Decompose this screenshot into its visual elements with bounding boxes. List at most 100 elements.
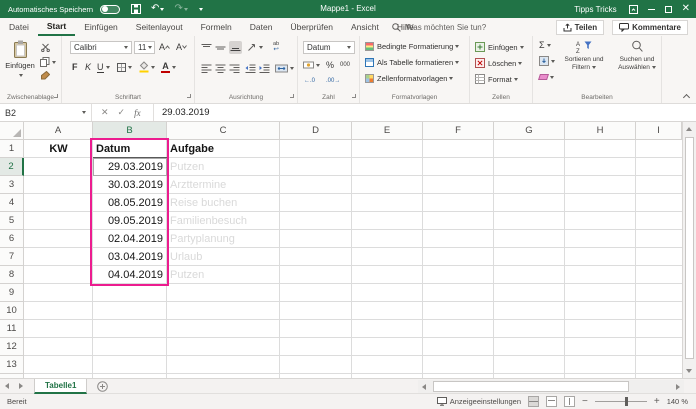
normal-view-button[interactable]: [528, 396, 540, 407]
close-button[interactable]: ✕: [678, 0, 694, 18]
insert-cells-button[interactable]: Einfügen: [475, 42, 524, 52]
increase-font-button[interactable]: A: [159, 42, 170, 52]
tab-formeln[interactable]: Formeln: [192, 18, 241, 36]
tab-ueberpruefen[interactable]: Überprüfen: [281, 18, 342, 36]
cell-c2[interactable]: Putzen: [167, 158, 280, 176]
zoom-out-button[interactable]: −: [582, 396, 588, 407]
number-format-combo[interactable]: Datum: [303, 41, 355, 54]
cancel-icon[interactable]: ✕: [101, 107, 109, 118]
undo-button[interactable]: ↶: [147, 0, 168, 18]
column-header-h[interactable]: H: [565, 122, 636, 140]
align-center-button[interactable]: [215, 64, 226, 73]
minimize-button[interactable]: [644, 0, 659, 18]
comments-button[interactable]: Kommentare: [612, 19, 688, 35]
comma-style-button[interactable]: 000: [340, 62, 350, 68]
paste-button[interactable]: Einfügen: [4, 40, 36, 80]
row-header-12[interactable]: 12: [0, 338, 24, 356]
tell-me-search[interactable]: Was möchten Sie tun?: [392, 18, 486, 36]
cell-b6[interactable]: 02.04.2019: [93, 230, 167, 248]
column-header-f[interactable]: F: [423, 122, 494, 140]
decrease-decimal-button[interactable]: .00→: [326, 78, 340, 84]
underline-button[interactable]: U: [97, 62, 110, 73]
align-left-button[interactable]: [201, 64, 212, 73]
ribbon-display-options-button[interactable]: [625, 0, 642, 18]
row-header-10[interactable]: 10: [0, 302, 24, 320]
new-sheet-button[interactable]: [97, 380, 109, 392]
zoom-slider[interactable]: [594, 397, 647, 406]
fill-color-button[interactable]: [139, 61, 155, 73]
align-bottom-button[interactable]: [229, 41, 242, 54]
scroll-up-icon[interactable]: [686, 127, 692, 131]
clipboard-dialog-launcher[interactable]: [54, 94, 58, 98]
row-header-11[interactable]: 11: [0, 320, 24, 338]
horizontal-scrollbar[interactable]: [418, 380, 684, 393]
alignment-dialog-launcher[interactable]: [290, 94, 294, 98]
row-header-3[interactable]: 3: [0, 176, 24, 194]
cell-c4[interactable]: Reise buchen: [167, 194, 280, 212]
column-header-e[interactable]: E: [352, 122, 423, 140]
row-header-1[interactable]: 1: [0, 140, 24, 158]
cell-b4[interactable]: 08.05.2019: [93, 194, 167, 212]
select-all-button[interactable]: [0, 122, 24, 140]
vertical-scrollbar-thumb[interactable]: [685, 137, 694, 359]
row-header-13[interactable]: 13: [0, 356, 24, 374]
sheet-nav-left-icon[interactable]: [0, 383, 14, 389]
tab-einfuegen[interactable]: Einfügen: [75, 18, 127, 36]
cell-c6[interactable]: Partyplanung: [167, 230, 280, 248]
row-header-5[interactable]: 5: [0, 212, 24, 230]
cell-c5[interactable]: Familienbesuch: [167, 212, 280, 230]
cell-b5[interactable]: 09.05.2019: [93, 212, 167, 230]
font-name-combo[interactable]: Calibri: [70, 41, 132, 54]
percent-style-button[interactable]: %: [326, 60, 334, 70]
cell-b8[interactable]: 04.04.2019: [93, 266, 167, 284]
cell-c8[interactable]: Putzen: [167, 266, 280, 284]
enter-check-icon[interactable]: ✓: [118, 107, 126, 118]
merge-center-button[interactable]: [275, 64, 294, 73]
tab-seitenlayout[interactable]: Seitenlayout: [127, 18, 192, 36]
cell-c1[interactable]: Aufgabe: [167, 140, 280, 158]
tab-start[interactable]: Start: [37, 18, 76, 36]
fill-button[interactable]: [539, 56, 555, 66]
restore-button[interactable]: [661, 0, 676, 18]
cell-b3[interactable]: 30.03.2019: [93, 176, 167, 194]
scroll-down-icon[interactable]: [686, 369, 692, 373]
zoom-in-button[interactable]: +: [654, 396, 660, 407]
tab-ansicht[interactable]: Ansicht: [342, 18, 388, 36]
conditional-formatting-button[interactable]: Bedingte Formatierung: [365, 42, 460, 51]
bold-button[interactable]: F: [72, 62, 78, 72]
page-break-view-button[interactable]: [564, 396, 576, 407]
copy-button[interactable]: [40, 57, 56, 67]
align-middle-button[interactable]: [215, 43, 226, 52]
format-as-table-button[interactable]: Als Tabelle formatieren: [365, 58, 460, 67]
collapse-ribbon-button[interactable]: [682, 92, 691, 102]
tab-daten[interactable]: Daten: [241, 18, 282, 36]
cut-button[interactable]: [41, 43, 50, 52]
page-layout-view-button[interactable]: [546, 396, 558, 407]
decrease-indent-button[interactable]: [245, 64, 256, 73]
row-header-4[interactable]: 4: [0, 194, 24, 212]
align-top-button[interactable]: [201, 43, 212, 52]
sort-filter-button[interactable]: AZ Sortieren und Filtern: [555, 40, 613, 72]
accounting-format-button[interactable]: [303, 61, 320, 69]
find-select-button[interactable]: Suchen und Auswählen: [615, 40, 659, 72]
horizontal-scrollbar-thumb[interactable]: [433, 381, 629, 392]
number-dialog-launcher[interactable]: [352, 94, 356, 98]
column-header-b[interactable]: B: [93, 122, 167, 140]
cell-c3[interactable]: Arzttermine: [167, 176, 280, 194]
cell-styles-button[interactable]: Zellenformatvorlagen: [365, 74, 454, 83]
wrap-text-button[interactable]: ab ↩: [273, 41, 279, 53]
hscroll-left-icon[interactable]: [422, 383, 426, 390]
column-header-g[interactable]: G: [494, 122, 565, 140]
column-header-a[interactable]: A: [24, 122, 93, 140]
clear-button[interactable]: [538, 74, 554, 80]
sheet-tab-tabelle1[interactable]: Tabelle1: [34, 378, 88, 394]
vertical-scrollbar[interactable]: [682, 122, 696, 378]
redo-button[interactable]: ↷: [170, 0, 191, 18]
decrease-font-button[interactable]: A: [176, 42, 187, 52]
delete-cells-button[interactable]: Löschen: [475, 58, 523, 68]
cell-b7[interactable]: 03.04.2019: [93, 248, 167, 266]
autosave-toggle[interactable]: [100, 4, 121, 14]
borders-button[interactable]: [117, 63, 132, 72]
zoom-level[interactable]: 140 %: [667, 397, 688, 406]
formula-input[interactable]: 29.03.2019: [154, 104, 696, 121]
